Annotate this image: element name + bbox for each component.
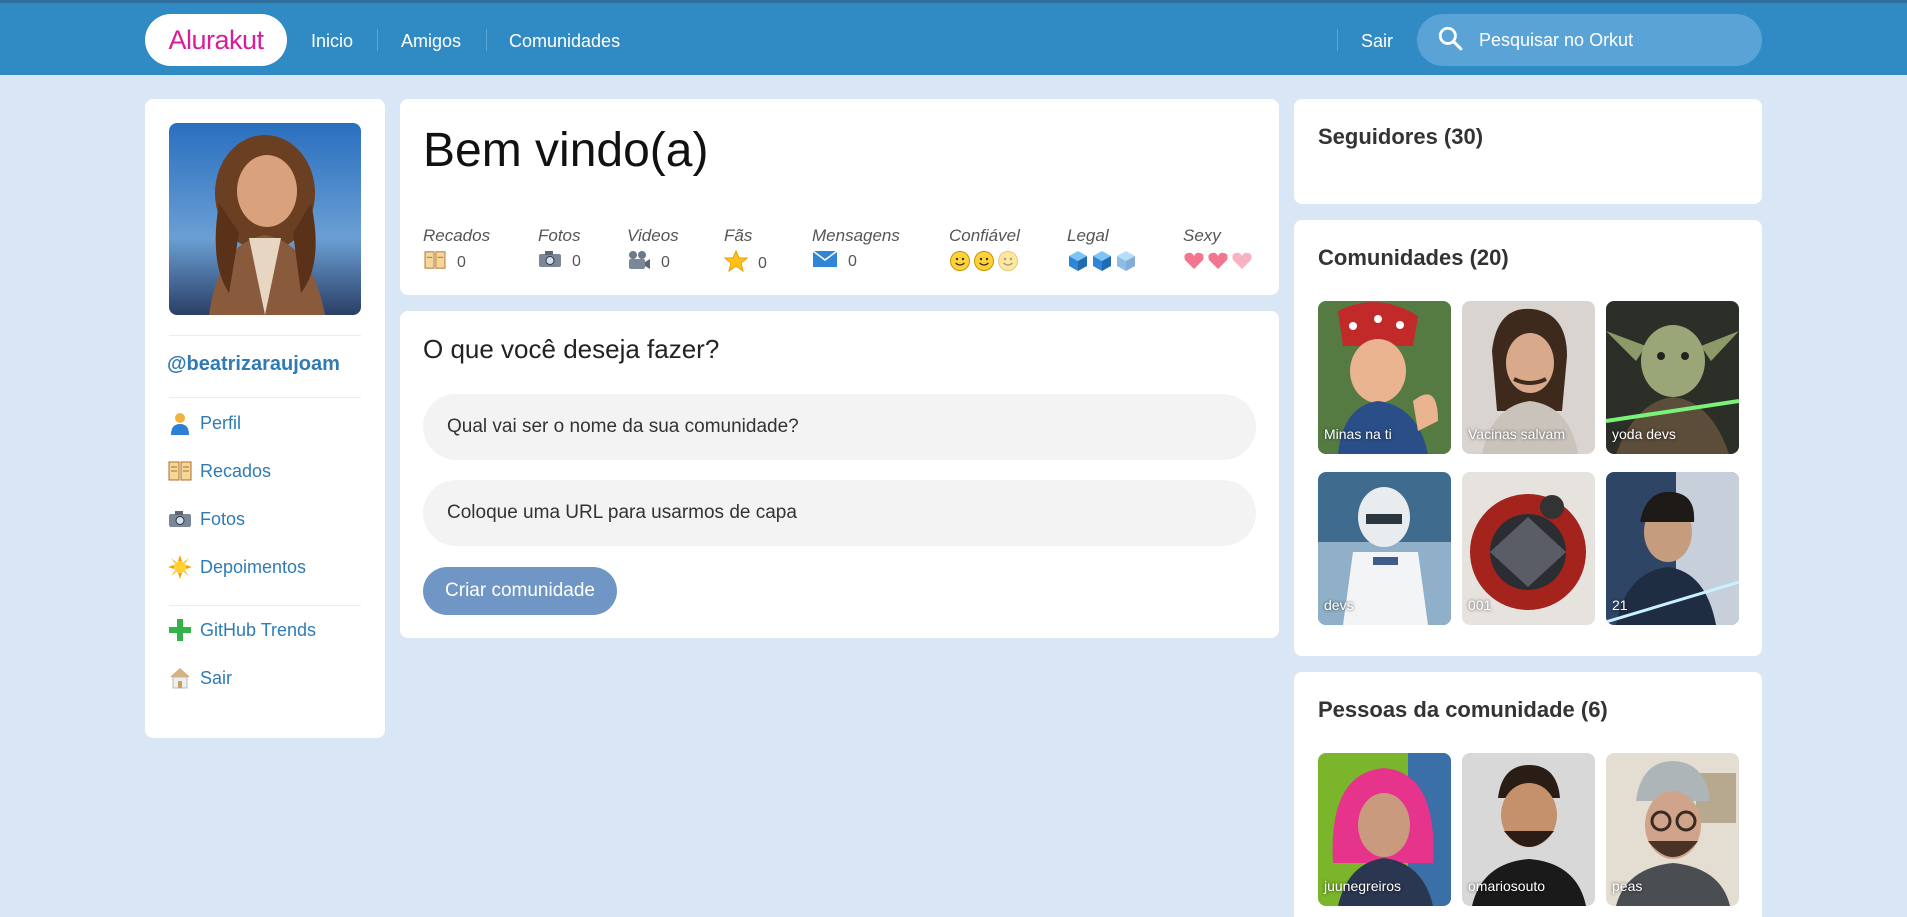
menu-depoimentos[interactable]: Depoimentos: [168, 555, 306, 579]
rating-label: Sexy: [1183, 226, 1221, 245]
stat-fas: Fãs 0: [723, 226, 767, 277]
followers-box: [1294, 99, 1762, 204]
community-name: 21: [1612, 597, 1628, 613]
heart-icon: [1183, 250, 1255, 272]
stat-value: 0: [661, 253, 670, 271]
sun-icon: [168, 555, 192, 579]
menu-label: GitHub Trends: [200, 619, 317, 640]
plus-icon: [168, 618, 192, 642]
community-name: yoda devs: [1612, 426, 1676, 442]
rating-confiavel: Confiável: [949, 226, 1021, 272]
rating-sexy: Sexy: [1183, 226, 1255, 272]
community-tile[interactable]: 21: [1606, 472, 1739, 625]
stat-value: 0: [848, 252, 857, 270]
person-name: peas: [1612, 878, 1643, 894]
stat-mensagens: Mensagens 0: [812, 226, 900, 273]
search-icon[interactable]: [1437, 25, 1463, 56]
menu-recados[interactable]: Recados: [168, 459, 271, 483]
logout-link[interactable]: Sair: [1361, 31, 1393, 52]
person-tile[interactable]: omariosouto: [1462, 753, 1595, 906]
menu-label: Perfil: [200, 412, 242, 433]
stat-videos: Videos 0: [627, 226, 679, 275]
stat-value: 0: [572, 252, 581, 270]
cube-icon: [1067, 250, 1139, 272]
camera-icon: [538, 250, 562, 273]
stat-label: Videos: [627, 226, 679, 245]
star-icon: [723, 249, 749, 277]
menu-label: Fotos: [200, 508, 246, 529]
nav-inicio[interactable]: Inicio: [311, 31, 353, 52]
menu-label: Recados: [200, 460, 272, 481]
user-icon: [168, 411, 192, 435]
stat-value: 0: [758, 254, 767, 272]
camera-icon: [168, 507, 192, 531]
community-tile[interactable]: devs: [1318, 472, 1451, 625]
person-tile[interactable]: juunegreiros: [1318, 753, 1451, 906]
community-name: Vacinas salvam: [1468, 426, 1566, 442]
rating-label: Confiável: [949, 226, 1020, 245]
communities-title: Comunidades (20): [1318, 245, 1509, 270]
menu-perfil[interactable]: Perfil: [168, 411, 241, 435]
book-icon: [168, 459, 192, 483]
menu-sair[interactable]: Sair: [168, 666, 232, 690]
community-tile[interactable]: Minas na ti: [1318, 301, 1451, 454]
rating-label: Legal: [1067, 226, 1109, 245]
stat-fotos: Fotos 0: [538, 226, 581, 273]
search-input[interactable]: [1479, 29, 1739, 51]
community-tile[interactable]: 001: [1462, 472, 1595, 625]
nav-comunidades[interactable]: Comunidades: [509, 31, 620, 52]
community-cover-url-input[interactable]: [423, 480, 1256, 546]
nav-divider: [486, 29, 487, 51]
video-camera-icon: [627, 250, 651, 275]
stat-label: Fotos: [538, 226, 581, 245]
person-tile[interactable]: peas: [1606, 753, 1739, 906]
menu-fotos[interactable]: Fotos: [168, 507, 245, 531]
person-name: omariosouto: [1468, 878, 1546, 894]
envelope-icon: [812, 250, 838, 273]
community-name-input[interactable]: [423, 394, 1256, 460]
divider: [169, 335, 361, 336]
house-icon: [168, 666, 192, 690]
community-name: Minas na ti: [1324, 426, 1392, 442]
nav-amigos[interactable]: Amigos: [401, 31, 461, 52]
smiley-icon: [949, 250, 1021, 272]
community-name: devs: [1324, 597, 1354, 613]
menu-label: Sair: [200, 667, 233, 688]
profile-username[interactable]: @beatrizaraujoam: [167, 353, 340, 376]
community-name: 001: [1468, 597, 1492, 613]
welcome-title: Bem vindo(a): [423, 124, 709, 177]
stat-value: 0: [457, 253, 466, 271]
alurakut-logo[interactable]: Alurakut: [145, 14, 287, 66]
menu-github-trends[interactable]: GitHub Trends: [168, 618, 316, 642]
nav-divider: [1337, 29, 1338, 51]
stat-label: Recados: [423, 226, 491, 245]
community-tile[interactable]: yoda devs: [1606, 301, 1739, 454]
nav-divider: [377, 29, 378, 51]
stat-recados: Recados 0: [423, 226, 490, 275]
people-title: Pessoas da comunidade (6): [1318, 697, 1608, 722]
rating-legal: Legal: [1067, 226, 1139, 272]
form-title: O que você deseja fazer?: [423, 334, 720, 364]
top-bar: Alurakut Inicio Amigos Comunidades Sair: [0, 0, 1907, 75]
community-tile[interactable]: Vacinas salvam: [1462, 301, 1595, 454]
profile-avatar[interactable]: [169, 123, 361, 315]
stat-label: Mensagens: [812, 226, 900, 245]
create-community-button[interactable]: Criar comunidade: [423, 567, 617, 615]
divider: [169, 605, 361, 606]
followers-title: Seguidores (30): [1318, 124, 1484, 149]
search-bar[interactable]: [1417, 14, 1762, 66]
book-icon: [423, 250, 447, 275]
stat-label: Fãs: [724, 226, 753, 245]
person-name: juunegreiros: [1324, 878, 1402, 894]
menu-label: Depoimentos: [200, 556, 307, 577]
divider: [169, 397, 361, 398]
